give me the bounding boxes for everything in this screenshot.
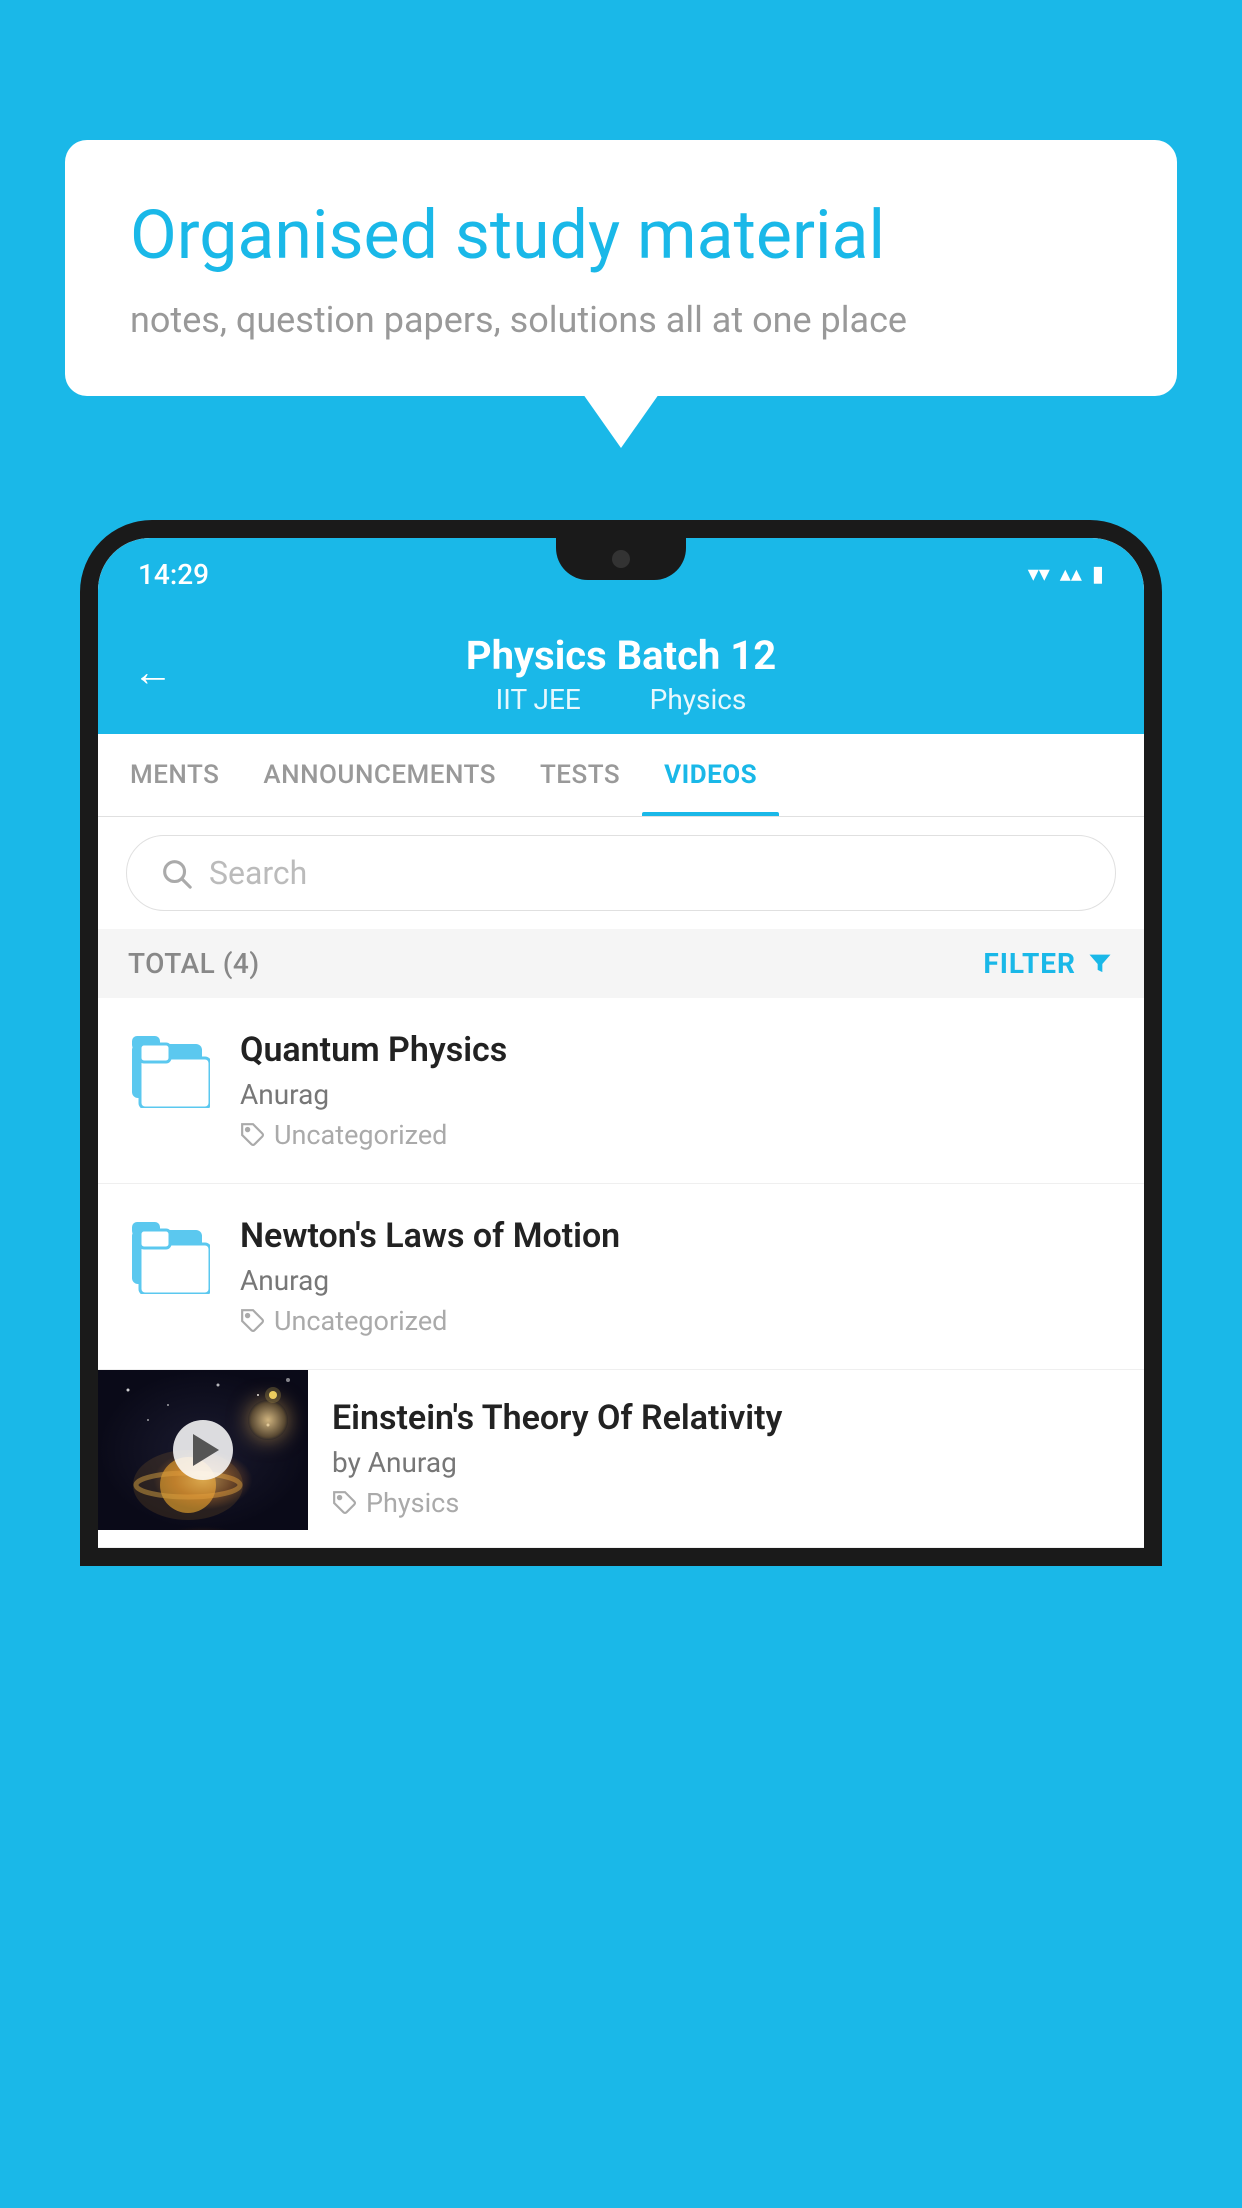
tag-icon-2 xyxy=(240,1308,266,1334)
tag-iitjee: IIT JEE xyxy=(496,683,581,716)
folder-icon xyxy=(132,1030,210,1108)
folder-icon-2 xyxy=(132,1216,210,1294)
batch-title: Physics Batch 12 xyxy=(466,632,776,679)
notch xyxy=(556,538,686,580)
speech-bubble: Organised study material notes, question… xyxy=(65,140,1177,396)
video-thumbnail xyxy=(98,1370,308,1530)
content-area: Quantum Physics Anurag Uncategorized xyxy=(98,998,1144,1548)
total-count: TOTAL (4) xyxy=(128,947,260,980)
video-info-3: Einstein's Theory Of Relativity by Anura… xyxy=(308,1370,1144,1547)
video-tag-2: Uncategorized xyxy=(240,1305,1116,1337)
bubble-title: Organised study material xyxy=(130,195,1112,277)
list-item[interactable]: Newton's Laws of Motion Anurag Uncategor… xyxy=(98,1184,1144,1370)
video-info-2: Newton's Laws of Motion Anurag Uncategor… xyxy=(240,1216,1116,1337)
filter-bar: TOTAL (4) FILTER xyxy=(98,929,1144,998)
speech-bubble-container: Organised study material notes, question… xyxy=(65,140,1177,396)
play-button[interactable] xyxy=(173,1420,233,1480)
filter-label: FILTER xyxy=(983,947,1076,980)
folder-icon-container-2 xyxy=(126,1216,216,1294)
video-tag: Uncategorized xyxy=(240,1119,1116,1151)
phone-outer: 14:29 ▾▾ ▴▴ ▮ ← Physics Batch 12 IIT JEE… xyxy=(80,520,1162,1566)
back-button[interactable]: ← xyxy=(133,649,173,696)
search-box[interactable]: Search xyxy=(126,835,1116,911)
battery-icon: ▮ xyxy=(1092,562,1104,587)
list-item-thumb[interactable]: Einstein's Theory Of Relativity by Anura… xyxy=(98,1370,1144,1548)
phone-screen: 14:29 ▾▾ ▴▴ ▮ ← Physics Batch 12 IIT JEE… xyxy=(98,538,1144,1548)
video-info: Quantum Physics Anurag Uncategorized xyxy=(240,1030,1116,1151)
tag-icon-3 xyxy=(332,1490,358,1516)
camera-dot xyxy=(612,550,630,568)
batch-tags: IIT JEE Physics xyxy=(484,683,759,716)
app-header: ← Physics Batch 12 IIT JEE Physics xyxy=(98,610,1144,734)
tabs-bar: MENTS ANNOUNCEMENTS TESTS VIDEOS xyxy=(98,734,1144,817)
tag-separator xyxy=(612,683,626,716)
bubble-subtitle: notes, question papers, solutions all at… xyxy=(130,299,1112,341)
wifi-icon: ▾▾ xyxy=(1028,562,1050,587)
search-placeholder: Search xyxy=(209,854,307,892)
video-tag-3: Physics xyxy=(332,1487,1120,1519)
tag-physics: Physics xyxy=(650,683,747,716)
phone-mockup: 14:29 ▾▾ ▴▴ ▮ ← Physics Batch 12 IIT JEE… xyxy=(80,520,1162,2208)
video-author: Anurag xyxy=(240,1078,1116,1111)
signal-icon: ▴▴ xyxy=(1060,562,1082,587)
video-author-2: Anurag xyxy=(240,1264,1116,1297)
tab-tests[interactable]: TESTS xyxy=(518,734,642,816)
tab-announcements[interactable]: ANNOUNCEMENTS xyxy=(241,734,518,816)
tab-videos[interactable]: VIDEOS xyxy=(642,734,779,816)
search-icon xyxy=(159,856,193,890)
video-title: Quantum Physics xyxy=(240,1030,1116,1070)
status-icons: ▾▾ ▴▴ ▮ xyxy=(1028,562,1104,587)
video-title-2: Newton's Laws of Motion xyxy=(240,1216,1116,1256)
filter-funnel-icon xyxy=(1086,950,1114,978)
folder-icon-container xyxy=(126,1030,216,1108)
search-container: Search xyxy=(98,817,1144,929)
status-time: 14:29 xyxy=(138,558,209,591)
filter-button[interactable]: FILTER xyxy=(983,947,1114,980)
video-title-3: Einstein's Theory Of Relativity xyxy=(332,1398,1120,1438)
tag-icon xyxy=(240,1122,266,1148)
tab-ments[interactable]: MENTS xyxy=(108,734,241,816)
play-triangle-icon xyxy=(193,1434,219,1466)
list-item[interactable]: Quantum Physics Anurag Uncategorized xyxy=(98,998,1144,1184)
status-bar: 14:29 ▾▾ ▴▴ ▮ xyxy=(98,538,1144,610)
video-author-3: by Anurag xyxy=(332,1446,1120,1479)
